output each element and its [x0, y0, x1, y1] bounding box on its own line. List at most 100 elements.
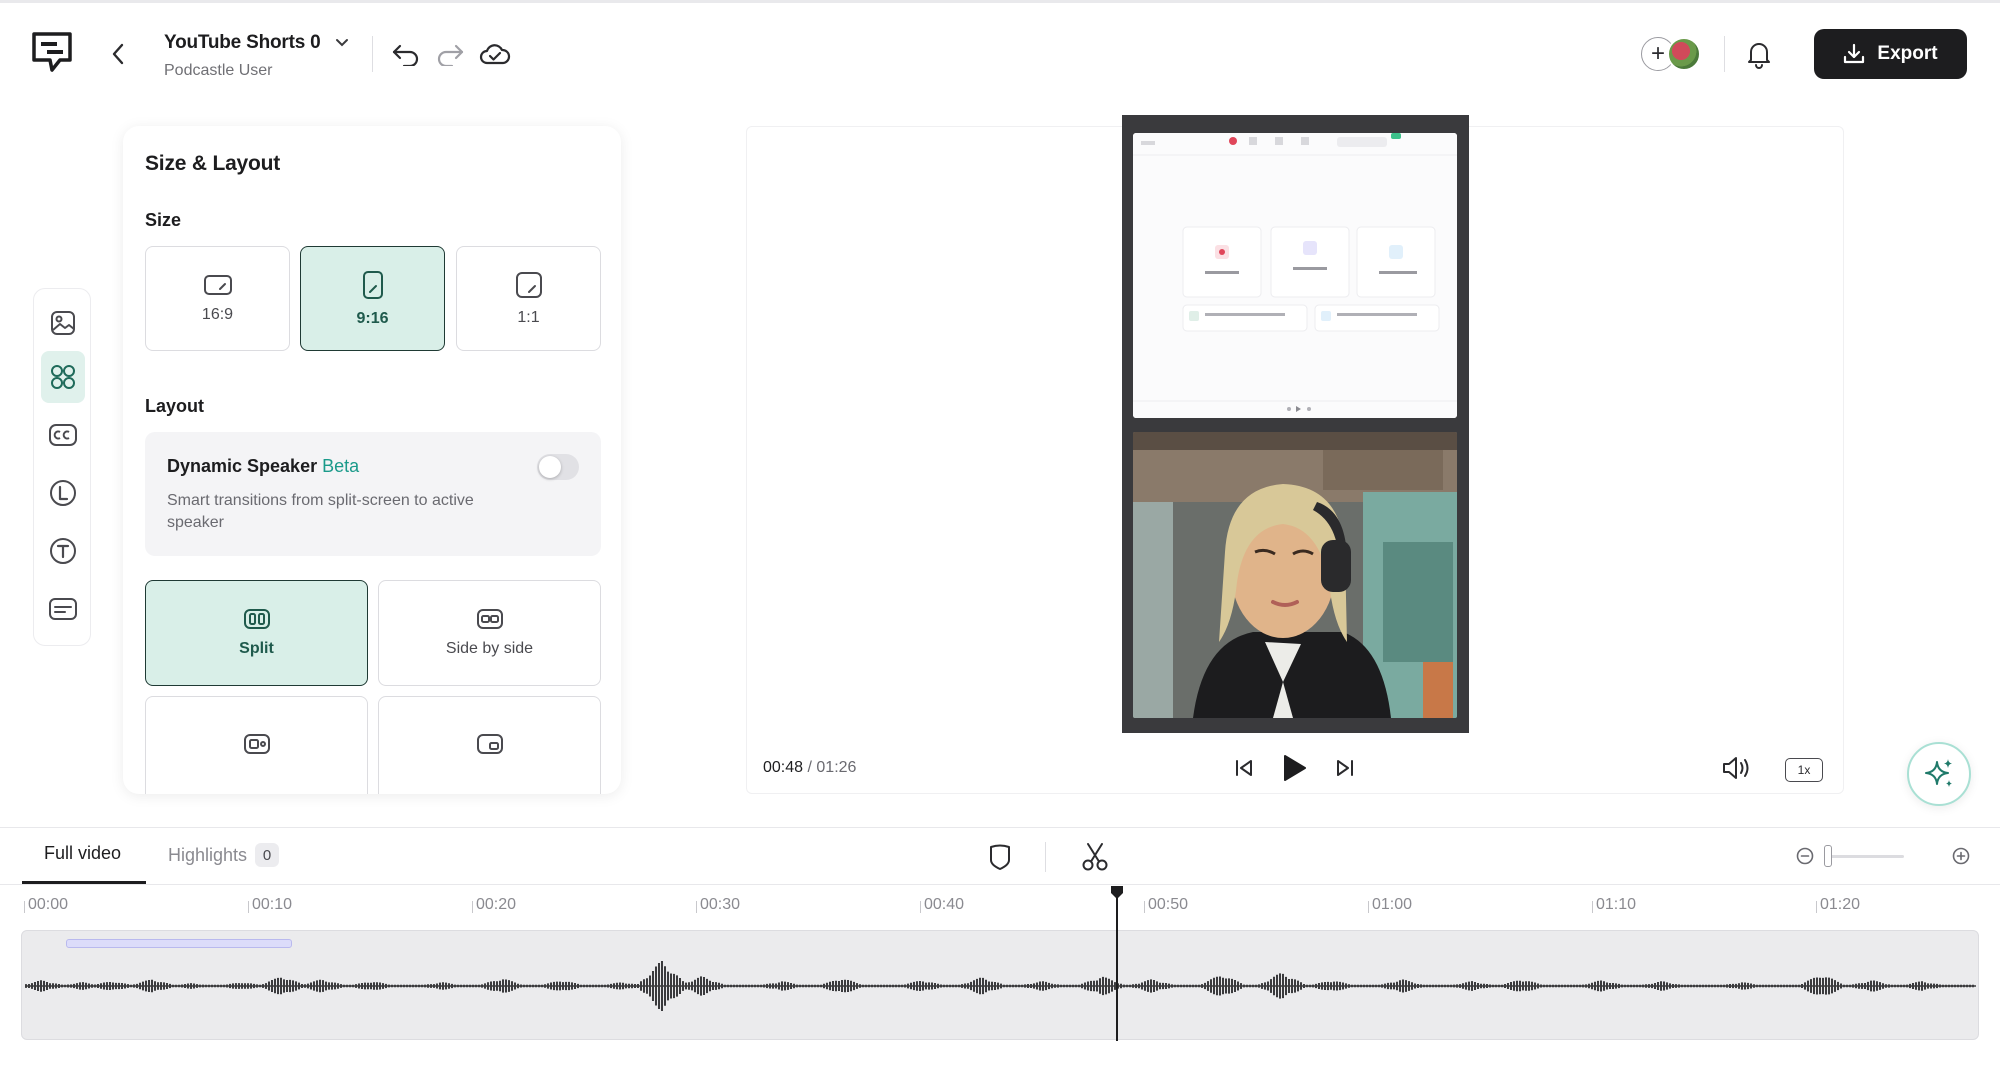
- size-option-label: 9:16: [356, 309, 389, 327]
- project-subtitle: Podcastle User: [164, 62, 273, 79]
- app-root: YouTube Shorts 0 Podcastle User + Export: [0, 0, 2000, 1086]
- dynamic-speaker-box: Dynamic Speaker Beta Smart transitions fr…: [145, 432, 601, 556]
- chevron-down-icon: [335, 39, 348, 47]
- layout-option-pip-corner[interactable]: [378, 696, 601, 794]
- ruler-tick-label: 00:50: [1143, 896, 1189, 913]
- undo-button[interactable]: [389, 37, 423, 71]
- scissors-icon: [1082, 843, 1108, 871]
- ruler-tick-label: 01:00: [1367, 896, 1413, 913]
- project-title-dropdown[interactable]: YouTube Shorts 0: [164, 32, 349, 54]
- skip-back-icon: [1236, 760, 1252, 776]
- timeline-tool-divider: [1045, 842, 1046, 872]
- cut-button[interactable]: [1078, 840, 1112, 874]
- layout-grid-icon: [51, 365, 75, 389]
- layout-section-label: Layout: [145, 396, 205, 416]
- image-icon: [51, 311, 75, 335]
- tool-captions[interactable]: [41, 409, 85, 461]
- ruler-tick-label: 01:10: [1591, 896, 1637, 913]
- captions-icon: [49, 424, 77, 446]
- export-label: Export: [1877, 43, 1938, 64]
- left-toolbar: [33, 288, 91, 646]
- dynamic-speaker-toggle[interactable]: [537, 454, 579, 480]
- tab-full-video[interactable]: Full video: [44, 843, 121, 864]
- skip-forward-icon: [1337, 760, 1353, 776]
- tool-text[interactable]: [41, 525, 85, 577]
- tabs-divider: [0, 884, 2000, 885]
- shield-marker-icon: [990, 844, 1010, 870]
- logo-l-icon: [50, 480, 76, 506]
- speaker-camera-feed: [1133, 432, 1457, 718]
- zoom-in-icon: [1952, 847, 1970, 865]
- highlight-segment[interactable]: [66, 939, 292, 948]
- bell-icon[interactable]: [1742, 37, 1776, 71]
- skip-back-button[interactable]: [1228, 752, 1260, 784]
- tool-logo[interactable]: [41, 467, 85, 519]
- subtitles-icon: [49, 598, 77, 620]
- ruler-tick-label: 00:30: [695, 896, 741, 913]
- size-option-16-9[interactable]: 16:9: [145, 246, 290, 351]
- ruler-tick-label: 00:10: [247, 896, 293, 913]
- tab-highlights[interactable]: Highlights 0: [168, 843, 280, 867]
- playhead-line[interactable]: [1116, 893, 1118, 1041]
- tool-subtitles[interactable]: [41, 583, 85, 635]
- layout-option-split[interactable]: Split: [145, 580, 368, 686]
- play-icon: [1284, 755, 1306, 781]
- layout-option-side-by-side[interactable]: Side by side: [378, 580, 601, 686]
- size-option-9-16[interactable]: 9:16: [300, 246, 445, 351]
- header-divider-right: [1724, 36, 1725, 72]
- tool-layout[interactable]: [41, 351, 85, 403]
- layout-option-label: Side by side: [445, 640, 534, 657]
- back-button[interactable]: [104, 36, 132, 72]
- play-button[interactable]: [1278, 752, 1310, 784]
- size-option-label: 1:1: [517, 308, 540, 326]
- avatar[interactable]: [1667, 37, 1701, 71]
- ai-assistant-button[interactable]: [1907, 742, 1971, 806]
- tab-highlights-label: Highlights: [168, 844, 248, 865]
- sparkle-icon: [1925, 759, 1952, 787]
- timeline-top-border: [0, 827, 2000, 828]
- text-t-icon: [50, 538, 76, 564]
- zoom-slider-handle[interactable]: [1824, 845, 1832, 867]
- dynamic-speaker-description: Smart transitions from split-screen to a…: [167, 492, 474, 531]
- panel-title: Size & Layout: [145, 152, 281, 175]
- audio-waveform-track[interactable]: [21, 930, 1979, 1040]
- side-by-side-icon: [476, 609, 503, 629]
- portrait-aspect-icon: [362, 270, 383, 299]
- project-info: YouTube Shorts 0 Podcastle User: [164, 32, 349, 80]
- skip-forward-button[interactable]: [1329, 752, 1361, 784]
- zoom-out-icon: [1796, 847, 1814, 865]
- size-option-1-1[interactable]: 1:1: [456, 246, 601, 351]
- redo-button[interactable]: [433, 37, 467, 71]
- ruler-tick-label: 00:00: [23, 896, 69, 913]
- project-title: YouTube Shorts 0: [164, 32, 321, 53]
- header: YouTube Shorts 0 Podcastle User + Export: [0, 0, 2000, 110]
- zoom-slider-track[interactable]: [1826, 855, 1904, 858]
- speaker-volume-icon: [1723, 757, 1749, 779]
- layout-option-label: Split: [239, 640, 274, 657]
- playhead-handle[interactable]: [1109, 884, 1125, 900]
- square-aspect-icon: [515, 271, 542, 298]
- timeline-ruler: 00:00 00:10 00:20 00:30 00:40 00:50 01:00 01:10…: [20, 896, 1980, 920]
- tool-media[interactable]: [41, 297, 85, 349]
- beta-badge: Beta: [322, 456, 360, 476]
- collaborators[interactable]: +: [1641, 37, 1703, 71]
- playback-speed-button[interactable]: 1x: [1785, 758, 1823, 782]
- current-time: 00:48: [763, 759, 804, 776]
- split-layout-icon: [243, 609, 270, 629]
- waveform-graphic: [25, 961, 1976, 1011]
- zoom-out-button[interactable]: [1788, 839, 1822, 873]
- layout-option-pip-small[interactable]: [145, 696, 368, 794]
- export-button[interactable]: Export: [1814, 29, 1967, 79]
- picture-in-picture-corner-icon: [476, 734, 503, 754]
- volume-button[interactable]: [1720, 752, 1752, 784]
- podcastle-logo[interactable]: [30, 30, 76, 76]
- playback-time: 00:48 / 01:26: [763, 759, 856, 777]
- toggle-knob: [539, 456, 561, 478]
- highlights-count-badge: 0: [255, 843, 280, 867]
- zoom-in-button[interactable]: [1944, 839, 1978, 873]
- time-separator: /: [803, 759, 817, 776]
- ruler-tick-label: 00:20: [471, 896, 517, 913]
- cloud-saved-icon[interactable]: [478, 37, 512, 71]
- marker-button[interactable]: [983, 840, 1017, 874]
- dynamic-speaker-title: Dynamic Speaker Beta: [167, 456, 359, 477]
